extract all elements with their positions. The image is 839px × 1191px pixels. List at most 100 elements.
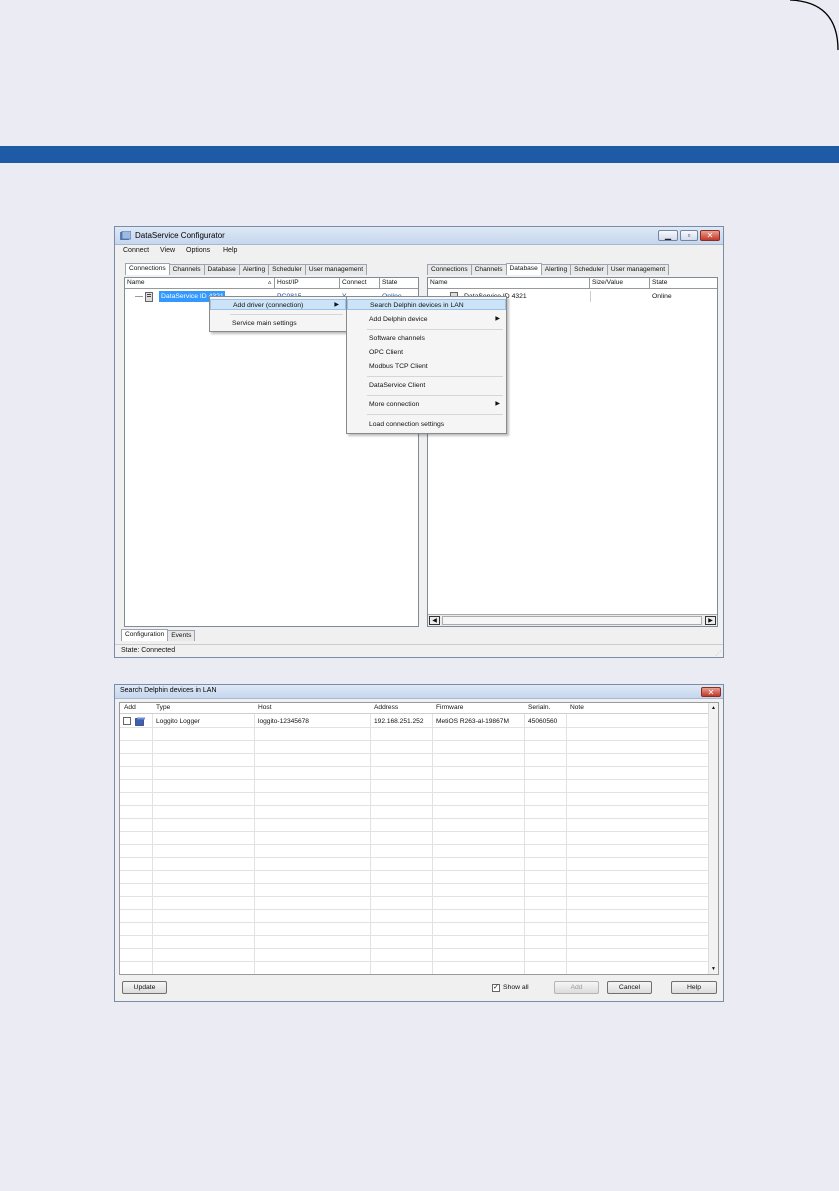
device-row[interactable]: Loggito Logger loggito-12345678 192.168.… xyxy=(120,716,709,727)
sort-arrow-icon: ▵ xyxy=(268,279,272,286)
context-menu: Add driver (connection) ▶ Service main s… xyxy=(209,296,347,332)
maximize-button[interactable]: ▫ xyxy=(680,230,698,241)
menu-view[interactable]: View xyxy=(160,247,175,254)
grid-line xyxy=(120,844,708,845)
show-all-checkbox[interactable]: ✓ xyxy=(492,984,500,992)
left-tab-user-management[interactable]: User management xyxy=(304,264,368,275)
device-serial: 45060560 xyxy=(528,718,558,725)
menu-help[interactable]: Help xyxy=(223,247,237,254)
left-tab-database[interactable]: Database xyxy=(203,264,240,275)
dialog-titlebar: Search Delphin devices in LAN ✕ xyxy=(115,685,723,699)
grid-line xyxy=(120,727,708,728)
grid-line xyxy=(120,740,708,741)
submenu-modbus-tcp-client[interactable]: Modbus TCP Client xyxy=(347,361,506,372)
close-button[interactable]: ✕ xyxy=(700,230,720,241)
left-tab-channels[interactable]: Channels xyxy=(168,264,205,275)
menu-separator xyxy=(367,329,503,330)
left-tab-scheduler[interactable]: Scheduler xyxy=(268,264,306,275)
scroll-right-icon[interactable]: ▶ xyxy=(705,616,716,625)
devices-grid xyxy=(120,703,718,974)
menu-add-driver[interactable]: Add driver (connection) ▶ xyxy=(210,299,346,310)
col-size-value[interactable]: Size/Value xyxy=(590,278,650,289)
right-tab-channels[interactable]: Channels xyxy=(470,264,507,275)
right-tab-database[interactable]: Database xyxy=(505,263,542,275)
grid-line xyxy=(120,883,708,884)
submenu-add-delphin-device[interactable]: Add Delphin device ▶ xyxy=(347,314,506,325)
left-tab-alerting[interactable]: Alerting xyxy=(238,264,270,275)
database-header: Name Size/Value State xyxy=(428,278,717,289)
status-text: State: Connected xyxy=(121,647,176,654)
col-connect[interactable]: Connect xyxy=(340,278,380,289)
main-window: DataService Configurator ▁ ▫ ✕ Connect V… xyxy=(114,226,724,658)
device-host: loggito-12345678 xyxy=(258,718,309,725)
device-firmware: MetiOS R263-al-19867M xyxy=(436,718,509,725)
col-name[interactable]: Name xyxy=(125,278,275,289)
menubar: Connect View Options Help xyxy=(115,246,723,257)
db-row-size xyxy=(590,291,591,302)
col-db-name[interactable]: Name xyxy=(428,278,590,289)
grid-column-line xyxy=(152,714,153,974)
scroll-thumb[interactable] xyxy=(442,616,702,625)
submenu-arrow-icon: ▶ xyxy=(495,316,500,322)
grid-column-line xyxy=(566,714,567,974)
grid-line xyxy=(120,870,708,871)
dialog-close-button[interactable]: ✕ xyxy=(701,687,721,697)
grid-line xyxy=(120,909,708,910)
page-corner-curve xyxy=(789,0,839,51)
maximize-icon: ▫ xyxy=(687,231,691,240)
submenu-load-connection-settings[interactable]: Load connection settings xyxy=(347,419,506,430)
submenu-arrow-icon: ▶ xyxy=(495,401,500,407)
right-tab-alerting[interactable]: Alerting xyxy=(540,264,572,275)
vertical-scrollbar[interactable]: ▲ ▼ xyxy=(708,703,718,974)
db-row-state: Online xyxy=(652,293,672,300)
col-db-state[interactable]: State xyxy=(650,278,717,289)
right-tab-scheduler[interactable]: Scheduler xyxy=(570,264,608,275)
cancel-button[interactable]: Cancel xyxy=(607,981,652,994)
col-state[interactable]: State xyxy=(380,278,418,289)
submenu-dataservice-client[interactable]: DataService Client xyxy=(347,380,506,391)
tab-events[interactable]: Events xyxy=(167,630,196,641)
main-window-title: DataService Configurator xyxy=(135,231,225,240)
update-button[interactable]: Update xyxy=(122,981,167,994)
show-all-label: Show all xyxy=(503,984,529,991)
dialog-title: Search Delphin devices in LAN xyxy=(120,687,217,694)
grid-line xyxy=(120,805,708,806)
right-tab-user-management[interactable]: User management xyxy=(606,264,670,275)
scroll-up-icon[interactable]: ▲ xyxy=(711,705,716,711)
menu-service-main-settings[interactable]: Service main settings xyxy=(210,318,346,329)
grid-line xyxy=(120,792,708,793)
add-button[interactable]: Add xyxy=(554,981,599,994)
grid-line xyxy=(120,922,708,923)
right-tab-connections[interactable]: Connections xyxy=(427,264,472,275)
help-button[interactable]: Help xyxy=(671,981,717,994)
close-icon: ✕ xyxy=(707,688,715,697)
left-tab-connections[interactable]: Connections xyxy=(125,263,170,275)
devices-table: Add Type Host Address Firmware Serialn. … xyxy=(119,702,719,975)
right-tabbar: Connections Channels Database Alerting S… xyxy=(427,263,670,275)
grid-column-line xyxy=(524,714,525,974)
resize-grip-icon[interactable]: ⋰ xyxy=(715,650,721,657)
submenu-software-channels[interactable]: Software channels xyxy=(347,333,506,344)
device-add-checkbox[interactable] xyxy=(123,717,131,725)
connections-header: Name ▵ Host/IP Connect State xyxy=(125,278,418,289)
submenu-add-delphin-label: Add Delphin device xyxy=(369,316,428,323)
scroll-left-icon[interactable]: ◀ xyxy=(429,616,440,625)
minimize-button[interactable]: ▁ xyxy=(658,230,678,241)
submenu-search-delphin[interactable]: Search Delphin devices in LAN xyxy=(347,299,506,310)
menu-separator xyxy=(367,376,503,377)
menu-options[interactable]: Options xyxy=(186,247,210,254)
grid-column-line xyxy=(370,714,371,974)
submenu-more-connection-label: More connection xyxy=(369,401,420,408)
menu-separator xyxy=(367,395,503,396)
horizontal-scrollbar[interactable]: ◀ ▶ xyxy=(428,614,717,626)
device-address: 192.168.251.252 xyxy=(374,718,424,725)
col-host[interactable]: Host/IP xyxy=(275,278,340,289)
grid-line xyxy=(120,818,708,819)
tab-configuration[interactable]: Configuration xyxy=(121,629,169,641)
submenu-opc-client[interactable]: OPC Client xyxy=(347,347,506,358)
submenu-more-connection[interactable]: More connection ▶ xyxy=(347,399,506,410)
header-band xyxy=(0,146,839,163)
menu-connect[interactable]: Connect xyxy=(123,247,149,254)
grid-line xyxy=(120,961,708,962)
scroll-down-icon[interactable]: ▼ xyxy=(711,966,716,972)
